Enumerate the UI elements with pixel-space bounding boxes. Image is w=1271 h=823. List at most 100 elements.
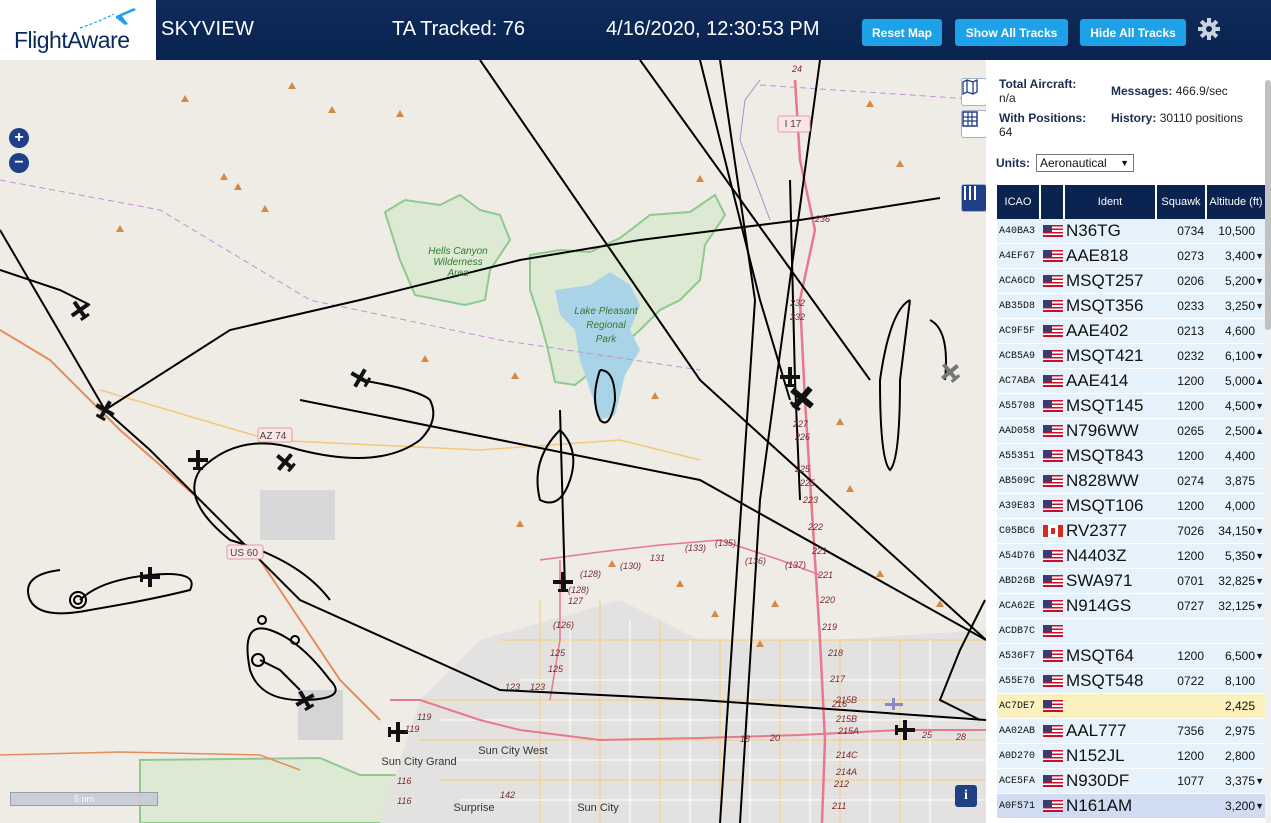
- history-stat: History: 30110 positions: [1111, 111, 1251, 125]
- altitude-value: 3,250: [1224, 299, 1255, 313]
- ident-cell: MSQT106: [1066, 496, 1144, 515]
- flightaware-logo[interactable]: FlightAware: [0, 0, 156, 60]
- gear-icon[interactable]: [1197, 17, 1221, 41]
- altitude-value: 5,200: [1224, 274, 1255, 288]
- table-row[interactable]: A4EF67 AAE818 0273 3,400 ▼: [997, 244, 1265, 269]
- table-row[interactable]: AC7ABA AAE414 1200 5,000 ▲: [997, 369, 1265, 394]
- table-row[interactable]: A536F7 MSQT64 1200 6,500 ▼: [997, 644, 1265, 669]
- table-row[interactable]: ABD26B SWA971 0701 32,825 ▼: [997, 569, 1265, 594]
- grid-toggle-button[interactable]: [961, 110, 986, 138]
- table-row[interactable]: A0D270 N152JL 1200 2,800: [997, 744, 1265, 769]
- map-layers-button[interactable]: [961, 78, 986, 106]
- altitude-cell: 3,875: [1207, 469, 1265, 493]
- hide-all-tracks-button[interactable]: Hide All Tracks: [1080, 19, 1186, 46]
- ident-cell: AAE414: [1066, 371, 1129, 390]
- units-label: Units:: [996, 156, 1030, 170]
- us-flag-icon: [1043, 450, 1063, 462]
- table-row[interactable]: A55E76 MSQT548 0722 8,100: [997, 669, 1265, 694]
- altitude-value: 6,500: [1224, 649, 1255, 663]
- col-ident[interactable]: Ident: [1065, 185, 1157, 219]
- squawk-cell: 0233: [1177, 299, 1204, 313]
- place-label: Lake Pleasant: [574, 306, 639, 317]
- columns-toggle-button[interactable]: [961, 184, 986, 212]
- info-button[interactable]: i: [955, 785, 977, 807]
- ident-cell: N796WW: [1066, 421, 1139, 440]
- squawk-cell: 0273: [1177, 249, 1204, 263]
- icao-cell: AC7DE7: [999, 700, 1036, 712]
- flag-cell: [1041, 494, 1065, 518]
- table-row[interactable]: A55708 MSQT145 1200 4,500 ▼: [997, 394, 1265, 419]
- squawk-cell: [1157, 694, 1207, 718]
- icao-cell: A40BA3: [999, 225, 1036, 237]
- squawk-cell: 1200: [1177, 549, 1204, 563]
- table-row[interactable]: ACDB7C: [997, 619, 1265, 644]
- table-row[interactable]: ACA62E N914GS 0727 32,125 ▼: [997, 594, 1265, 619]
- icao-cell: A39E83: [999, 500, 1036, 512]
- table-row[interactable]: AC9F5F AAE402 0213 4,600: [997, 319, 1265, 344]
- panel-scroll-thumb[interactable]: [1265, 80, 1271, 330]
- altitude-value: 4,600: [1224, 324, 1255, 338]
- table-row[interactable]: C05BC6 RV2377 7026 34,150 ▼: [997, 519, 1265, 544]
- altitude-cell: 3,400 ▼: [1207, 244, 1265, 268]
- us-flag-icon: [1043, 625, 1063, 637]
- col-altitude[interactable]: Altitude (ft): [1207, 185, 1265, 219]
- svg-text:236: 236: [814, 214, 830, 224]
- table-row[interactable]: ACB5A9 MSQT421 0232 6,100 ▼: [997, 344, 1265, 369]
- icao-cell: ABD26B: [999, 575, 1036, 587]
- svg-text:20: 20: [769, 733, 780, 743]
- current-datetime: 4/16/2020, 12:30:53 PM: [606, 18, 820, 40]
- messages-label: Messages:: [1111, 84, 1173, 98]
- units-select[interactable]: Aeronautical ▼: [1036, 154, 1134, 172]
- svg-text:221: 221: [817, 570, 833, 580]
- table-row[interactable]: AC7DE7 2,425: [997, 694, 1265, 719]
- altitude-cell: 3,250 ▼: [1207, 294, 1265, 318]
- ident-cell: N914GS: [1066, 596, 1132, 615]
- history-value: 30110 positions: [1159, 111, 1243, 125]
- place-label: Wilderness: [433, 257, 482, 268]
- svg-text:(133): (133): [685, 543, 706, 553]
- col-flag[interactable]: [1041, 185, 1065, 219]
- table-row[interactable]: A54D76 N4403Z 1200 5,350 ▼: [997, 544, 1265, 569]
- map-view[interactable]: 24 236 232 232 227 226 225 225 223 222 221 221 22…: [0, 60, 986, 823]
- svg-text:24: 24: [791, 64, 802, 74]
- us-flag-icon: [1043, 300, 1063, 312]
- us-flag-icon: [1043, 325, 1063, 337]
- table-row[interactable]: A55351 MSQT843 1200 4,400: [997, 444, 1265, 469]
- table-row[interactable]: AA02AB AAL777 7356 2,975: [997, 719, 1265, 744]
- us-flag-icon: [1043, 650, 1063, 662]
- flag-cell: [1041, 644, 1065, 668]
- table-row[interactable]: AAD058 N796WW 0265 2,500 ▲: [997, 419, 1265, 444]
- altitude-cell: 10,500: [1207, 219, 1265, 243]
- table-row[interactable]: AB509C N828WW 0274 3,875: [997, 469, 1265, 494]
- flag-cell: [1041, 719, 1065, 743]
- col-icao[interactable]: ICAO: [997, 185, 1041, 219]
- squawk-cell: 1200: [1177, 449, 1204, 463]
- table-row[interactable]: AB35D8 MSQT356 0233 3,250 ▼: [997, 294, 1265, 319]
- icao-cell: A54D76: [999, 550, 1036, 562]
- altitude-cell: 6,500 ▼: [1207, 644, 1265, 668]
- squawk-cell: 0213: [1177, 324, 1204, 338]
- park-south: [139, 756, 412, 823]
- icao-cell: AAD058: [999, 425, 1036, 437]
- zoom-out-button[interactable]: −: [9, 153, 29, 173]
- zoom-in-button[interactable]: +: [9, 128, 29, 148]
- us-flag-icon: [1043, 250, 1063, 262]
- us-flag-icon: [1043, 500, 1063, 512]
- col-squawk[interactable]: Squawk: [1157, 185, 1207, 219]
- svg-text:222: 222: [807, 522, 823, 532]
- table-row[interactable]: A0F571 N161AM 3,200 ▼: [997, 794, 1265, 819]
- table-row[interactable]: ACE5FA N930DF 1077 3,375 ▼: [997, 769, 1265, 794]
- svg-text:223: 223: [802, 495, 818, 505]
- show-all-tracks-button[interactable]: Show All Tracks: [955, 19, 1068, 46]
- altitude-cell: 32,825 ▼: [1207, 569, 1265, 593]
- table-row[interactable]: ACA6CD MSQT257 0206 5,200 ▼: [997, 269, 1265, 294]
- logo-text: FlightAware: [14, 27, 130, 53]
- reset-map-button[interactable]: Reset Map: [862, 19, 942, 46]
- ident-cell: N152JL: [1066, 746, 1125, 765]
- place-label: Park: [596, 334, 618, 345]
- icao-cell: A55351: [999, 450, 1036, 462]
- units-value: Aeronautical: [1040, 156, 1107, 170]
- table-row[interactable]: A39E83 MSQT106 1200 4,000: [997, 494, 1265, 519]
- table-row[interactable]: A40BA3 N36TG 0734 10,500: [997, 219, 1265, 244]
- altitude-value: 3,375: [1224, 774, 1255, 788]
